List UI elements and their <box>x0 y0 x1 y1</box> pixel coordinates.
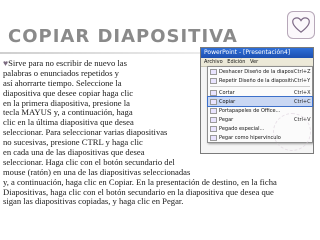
menu-item-cortar[interactable]: Cortar Ctrl+X <box>208 88 312 97</box>
menu-item-deshacer[interactable]: Deshacer Diseño de la diapositiva Ctrl+Z <box>208 67 312 76</box>
menu-separator <box>210 86 310 87</box>
body-line: sigan las diapositivas copiadas, y haga … <box>3 196 184 207</box>
heart-icon <box>287 11 315 39</box>
window-title: PowerPoint - [Presentación4] <box>201 48 313 58</box>
menu-item-copiar[interactable]: Copiar Ctrl+C <box>207 96 313 107</box>
powerpoint-screenshot: PowerPoint - [Presentación4] Archivo Edi… <box>200 47 314 154</box>
slide: COPIAR DIAPOSITIVA ♥Sirve para no escrib… <box>0 0 320 240</box>
heart-icon-svg <box>292 17 310 33</box>
decorative-watermark <box>273 113 311 151</box>
slide-title: COPIAR DIAPOSITIVA <box>8 26 238 47</box>
menu-edicion[interactable]: Edición <box>227 59 245 65</box>
undo-icon <box>210 68 217 75</box>
clipboard-icon <box>210 107 217 114</box>
menu-item-repetir[interactable]: Repetir Diseño de la diapositiva Ctrl+Y <box>208 76 312 85</box>
copy-icon <box>210 98 217 105</box>
hyperlink-icon <box>210 134 217 141</box>
cut-icon <box>210 89 217 96</box>
paste-icon <box>210 116 217 123</box>
menu-archivo[interactable]: Archivo <box>204 59 223 65</box>
paste-special-icon <box>210 125 217 132</box>
menu-ver[interactable]: Ver <box>250 59 258 65</box>
redo-icon <box>210 77 217 84</box>
